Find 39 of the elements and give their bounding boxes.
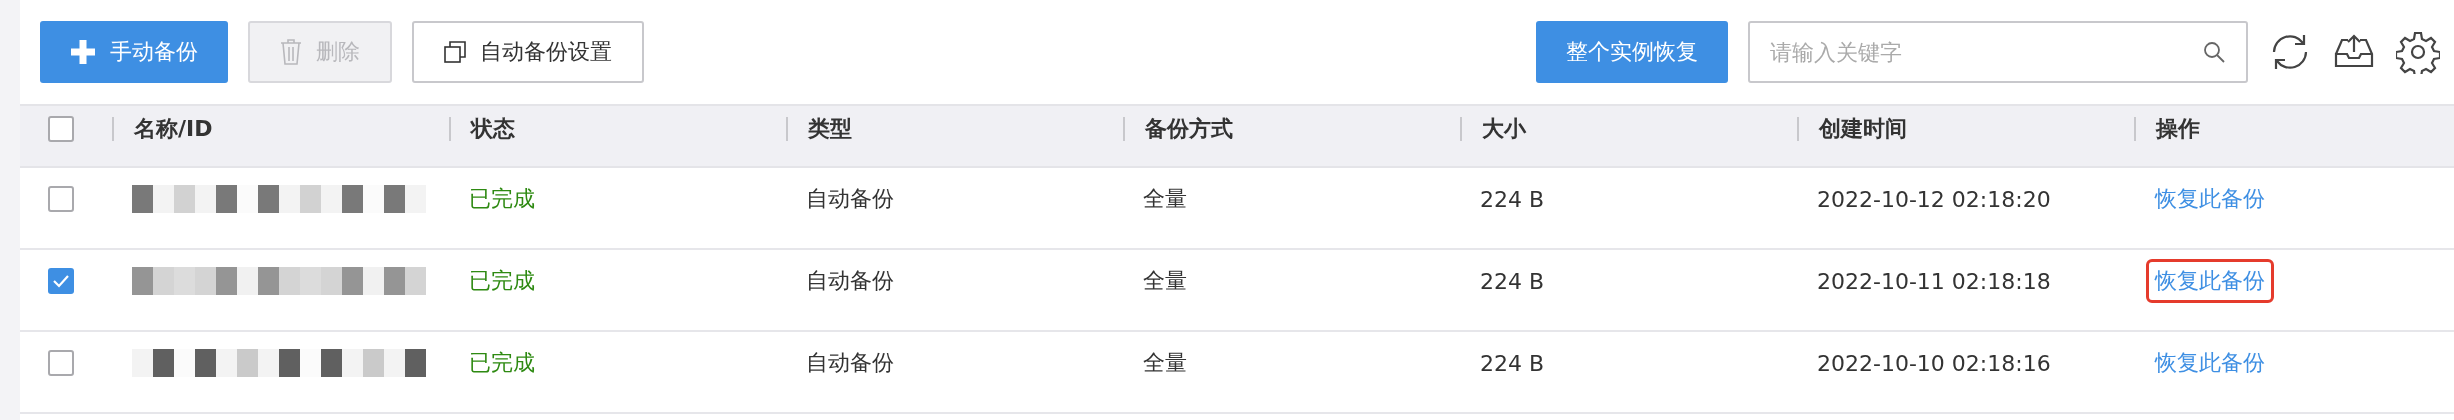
table-cell: 224 B xyxy=(1480,186,1545,212)
check-icon xyxy=(52,274,70,288)
search-field[interactable]: 请输入关键字 xyxy=(1748,21,2248,83)
plus-icon xyxy=(70,39,96,65)
restore-backup-link[interactable]: 恢复此备份 xyxy=(2146,259,2274,303)
restore-backup-link[interactable]: 恢复此备份 xyxy=(2146,177,2274,221)
manual-backup-button[interactable]: 手动备份 xyxy=(40,21,228,83)
column-header: 创建时间 xyxy=(1819,114,1907,143)
trash-icon xyxy=(280,38,302,66)
column-header: 类型 xyxy=(808,114,852,143)
checkbox[interactable] xyxy=(48,268,74,294)
auto-backup-settings-button[interactable]: 自动备份设置 xyxy=(412,21,644,83)
table-cell: 2022-10-10 02:18:16 xyxy=(1817,350,2051,376)
column-header: 名称/ID xyxy=(134,114,213,143)
column-header: 备份方式 xyxy=(1145,114,1233,143)
checkbox[interactable] xyxy=(48,350,74,376)
table-cell: 2022-10-11 02:18:18 xyxy=(1817,268,2051,294)
checkbox[interactable] xyxy=(48,186,74,212)
restore-instance-button[interactable]: 整个实例恢复 xyxy=(1536,21,1728,83)
table-cell: 224 B xyxy=(1480,268,1545,294)
status-text: 已完成 xyxy=(469,349,535,377)
table-cell-text: 自动备份 xyxy=(806,185,894,213)
settings-icon[interactable] xyxy=(2396,30,2440,74)
table-cell-text: 自动备份 xyxy=(806,349,894,377)
status-text: 已完成 xyxy=(469,267,535,295)
table-cell-text: 全量 xyxy=(1143,349,1187,377)
checkbox[interactable] xyxy=(48,115,74,142)
column-header: 操作 xyxy=(2156,114,2200,143)
table-cell: 224 B xyxy=(1480,350,1545,376)
table-cell-text: 自动备份 xyxy=(806,267,894,295)
copy-icon xyxy=(444,41,466,63)
search-icon xyxy=(2202,40,2226,64)
column-header: 状态 xyxy=(471,114,515,143)
column-header: 大小 xyxy=(1482,114,1526,143)
table-cell: 2022-10-12 02:18:20 xyxy=(1817,186,2051,212)
restore-backup-link[interactable]: 恢复此备份 xyxy=(2146,341,2274,385)
table-cell-text: 全量 xyxy=(1143,185,1187,213)
table-cell-text: 全量 xyxy=(1143,267,1187,295)
status-text: 已完成 xyxy=(469,185,535,213)
